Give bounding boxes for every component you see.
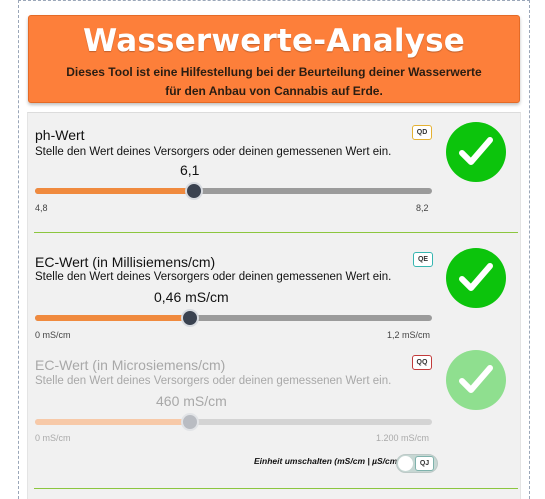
info-badge[interactable]: QE [413,252,433,267]
slider-min-label: 0 mS/cm [35,433,71,443]
unit-switch-label: Einheit umschalten (mS/cm | µS/cm) [254,456,401,466]
slider-handle[interactable] [185,182,203,200]
ph-slider[interactable] [35,182,432,200]
info-badge: QJ [415,456,434,471]
slider-min-label: 0 mS/cm [35,330,71,340]
section-title: EC-Wert (in Millisiemens/cm) [35,254,216,270]
slider-max-label: 1.200 mS/cm [376,433,430,443]
toggle-thumb[interactable] [398,456,413,471]
section-description: Stelle den Wert deines Versorgers oder d… [35,146,392,158]
section-title: ph-Wert [35,127,85,143]
header-banner: Wasserwerte-Analyse Dieses Tool ist eine… [28,15,520,103]
check-icon [446,248,506,308]
section-description: Stelle den Wert deines Versorgers oder d… [35,375,392,387]
page-subtitle: Dieses Tool ist eine Hilfestellung bei d… [29,63,519,101]
analysis-panel [27,112,521,499]
slider-min-label: 4,8 [35,203,48,213]
slider-value: 6,1 [180,162,200,178]
slider-fill [35,188,194,194]
section-title: EC-Wert (in Microsiemens/cm) [35,357,226,373]
check-icon [446,122,506,182]
section-divider [34,488,518,489]
section-divider [34,232,518,233]
page-title: Wasserwerte-Analyse [83,23,465,59]
subtitle-line-2: für den Anbau von Cannabis auf Erde. [165,84,383,98]
info-badge[interactable]: QD [412,125,432,140]
slider-fill [35,419,190,425]
slider-fill [35,315,190,321]
slider-value: 0,46 mS/cm [154,289,229,305]
slider-max-label: 1,2 mS/cm [387,330,431,340]
unit-toggle[interactable]: QJ [396,454,438,473]
ec-us-slider[interactable] [35,413,432,431]
slider-value: 460 mS/cm [156,393,227,409]
info-badge[interactable]: QQ [412,355,432,370]
slider-handle[interactable] [181,413,199,431]
subtitle-line-1: Dieses Tool ist eine Hilfestellung bei d… [66,65,482,79]
ec-ms-slider[interactable] [35,309,432,327]
slider-max-label: 8,2 [416,203,429,213]
section-description: Stelle den Wert deines Versorgers oder d… [35,271,392,283]
slider-handle[interactable] [181,309,199,327]
check-icon [446,350,506,410]
